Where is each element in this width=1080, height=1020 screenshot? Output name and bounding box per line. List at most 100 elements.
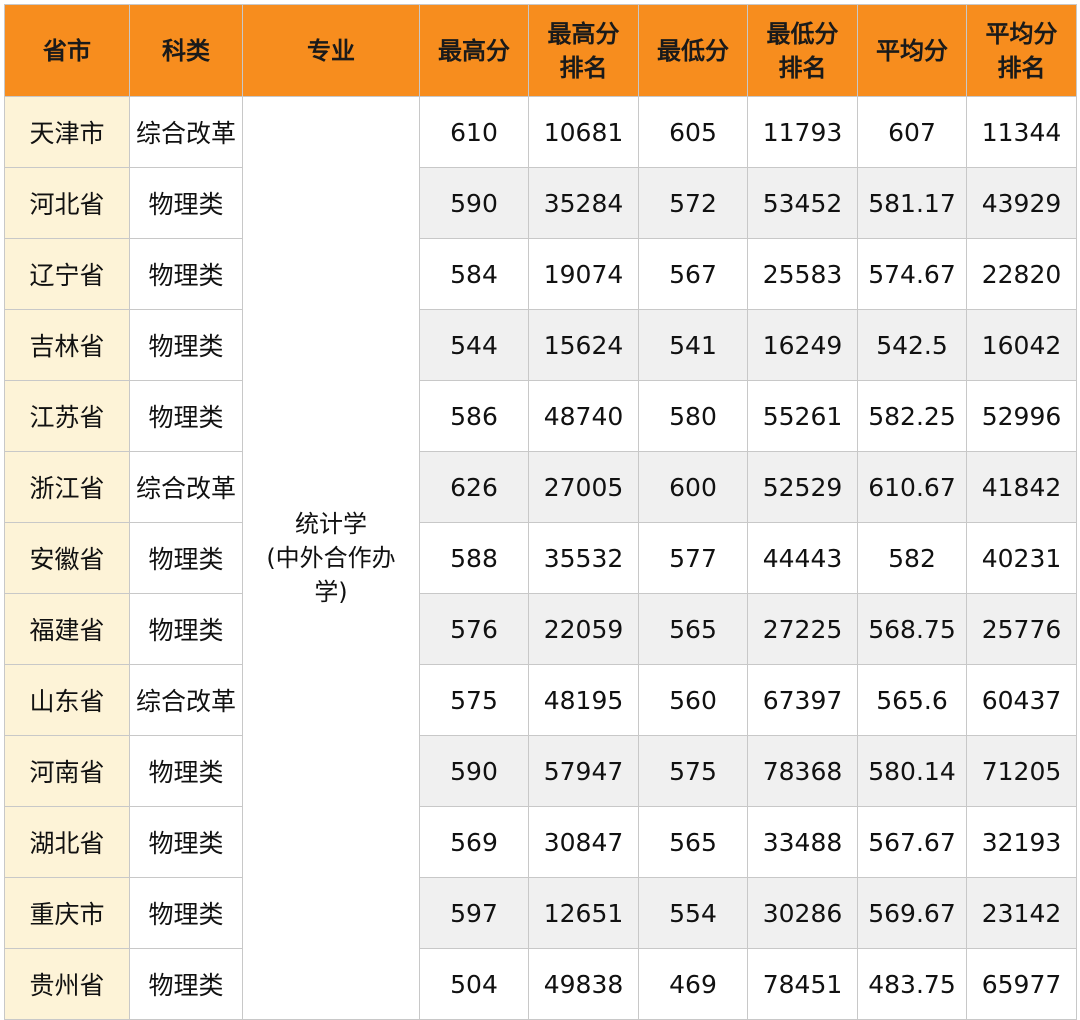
province-cell: 吉林省 <box>4 309 130 381</box>
min-score-cell: 560 <box>638 664 748 736</box>
min-rank-cell: 27225 <box>747 593 858 665</box>
avg-rank-cell: 52996 <box>966 380 1077 452</box>
province-cell: 安徽省 <box>4 522 130 594</box>
score-table-container: 省市 科类 专业 最高分 最高分 排名 最低分 最低分 排名 平均分 平均分 排… <box>4 4 1077 1020</box>
avg-score-cell: 568.75 <box>857 593 967 665</box>
province-cell: 贵州省 <box>4 948 130 1020</box>
subject-cell: 物理类 <box>129 948 243 1020</box>
subject-cell: 物理类 <box>129 167 243 239</box>
max-score-cell: 576 <box>419 593 529 665</box>
min-score-cell: 575 <box>638 735 748 807</box>
subject-cell: 物理类 <box>129 806 243 878</box>
avg-rank-cell: 71205 <box>966 735 1077 807</box>
header-subject: 科类 <box>129 4 243 97</box>
table-row: 天津市 综合改革 统计学 (中外合作办 学) 610 10681 605 11793 607 113… <box>4 96 1077 1020</box>
header-min-rank: 最低分 排名 <box>747 4 858 97</box>
header-avg-rank: 平均分 排名 <box>966 4 1077 97</box>
province-cell: 辽宁省 <box>4 238 130 310</box>
subject-cell: 综合改革 <box>129 96 243 168</box>
avg-rank-cell: 41842 <box>966 451 1077 523</box>
header-max-score: 最高分 <box>419 4 529 97</box>
subject-cell: 物理类 <box>129 593 243 665</box>
min-score-cell: 580 <box>638 380 748 452</box>
max-rank-cell: 19074 <box>528 238 639 310</box>
avg-rank-cell: 60437 <box>966 664 1077 736</box>
table-row: 河南省 物理类 590 57947 575 78368 580.14 71205 <box>4 735 1077 807</box>
avg-rank-cell: 23142 <box>966 877 1077 949</box>
avg-score-cell: 542.5 <box>857 309 967 381</box>
table-row: 贵州省 物理类 504 49838 469 78451 483.75 65977 <box>4 948 1077 1020</box>
admission-score-table: 省市 科类 专业 最高分 最高分 排名 最低分 最低分 排名 平均分 平均分 排… <box>4 4 1077 1020</box>
major-text-line: 学) <box>314 578 348 606</box>
table-row: 重庆市 物理类 597 12651 554 30286 569.67 23142 <box>4 877 1077 949</box>
subject-cell: 物理类 <box>129 380 243 452</box>
max-rank-cell: 15624 <box>528 309 639 381</box>
avg-rank-cell: 32193 <box>966 806 1077 878</box>
table-body: 天津市 综合改革 统计学 (中外合作办 学) 610 10681 605 11793 607 113… <box>4 96 1077 1020</box>
table-row: 湖北省 物理类 569 30847 565 33488 567.67 32193 <box>4 806 1077 878</box>
min-rank-cell: 25583 <box>747 238 858 310</box>
avg-score-cell: 483.75 <box>857 948 967 1020</box>
min-rank-cell: 44443 <box>747 522 858 594</box>
min-rank-cell: 30286 <box>747 877 858 949</box>
min-score-cell: 572 <box>638 167 748 239</box>
max-rank-cell: 48740 <box>528 380 639 452</box>
min-score-cell: 577 <box>638 522 748 594</box>
subject-cell: 物理类 <box>129 309 243 381</box>
table-row: 吉林省 物理类 544 15624 541 16249 542.5 16042 <box>4 309 1077 381</box>
min-score-cell: 469 <box>638 948 748 1020</box>
max-score-cell: 597 <box>419 877 529 949</box>
avg-rank-cell: 22820 <box>966 238 1077 310</box>
major-cell: 统计学 (中外合作办 学) <box>242 96 420 1020</box>
province-cell: 福建省 <box>4 593 130 665</box>
max-score-cell: 590 <box>419 735 529 807</box>
table-row: 山东省 综合改革 575 48195 560 67397 565.6 60437 <box>4 664 1077 736</box>
province-cell: 重庆市 <box>4 877 130 949</box>
min-score-cell: 541 <box>638 309 748 381</box>
min-rank-cell: 33488 <box>747 806 858 878</box>
max-score-cell: 584 <box>419 238 529 310</box>
max-rank-cell: 12651 <box>528 877 639 949</box>
avg-score-cell: 565.6 <box>857 664 967 736</box>
province-cell: 河北省 <box>4 167 130 239</box>
avg-score-cell: 582.25 <box>857 380 967 452</box>
max-rank-cell: 35532 <box>528 522 639 594</box>
table-row: 浙江省 综合改革 626 27005 600 52529 610.67 41842 <box>4 451 1077 523</box>
max-rank-cell: 10681 <box>528 96 639 168</box>
avg-rank-cell: 25776 <box>966 593 1077 665</box>
province-cell: 江苏省 <box>4 380 130 452</box>
min-score-cell: 554 <box>638 877 748 949</box>
header-province: 省市 <box>4 4 130 97</box>
province-cell: 浙江省 <box>4 451 130 523</box>
header-max-rank: 最高分 排名 <box>528 4 639 97</box>
max-rank-cell: 49838 <box>528 948 639 1020</box>
min-score-cell: 567 <box>638 238 748 310</box>
table-row: 安徽省 物理类 588 35532 577 44443 582 40231 <box>4 522 1077 594</box>
max-score-cell: 504 <box>419 948 529 1020</box>
table-row: 福建省 物理类 576 22059 565 27225 568.75 25776 <box>4 593 1077 665</box>
min-score-cell: 600 <box>638 451 748 523</box>
subject-cell: 综合改革 <box>129 451 243 523</box>
max-score-cell: 586 <box>419 380 529 452</box>
avg-score-cell: 567.67 <box>857 806 967 878</box>
avg-score-cell: 610.67 <box>857 451 967 523</box>
avg-score-cell: 607 <box>857 96 967 168</box>
header-avg-rank-line2: 排名 <box>997 53 1046 82</box>
max-rank-cell: 22059 <box>528 593 639 665</box>
avg-rank-cell: 40231 <box>966 522 1077 594</box>
header-avg-rank-line1: 平均分 <box>985 19 1058 48</box>
header-row: 省市 科类 专业 最高分 最高分 排名 最低分 最低分 排名 平均分 平均分 排… <box>4 4 1077 97</box>
header-min-rank-line1: 最低分 <box>766 19 839 48</box>
min-rank-cell: 16249 <box>747 309 858 381</box>
max-score-cell: 569 <box>419 806 529 878</box>
min-rank-cell: 67397 <box>747 664 858 736</box>
avg-score-cell: 581.17 <box>857 167 967 239</box>
max-score-cell: 610 <box>419 96 529 168</box>
min-rank-cell: 52529 <box>747 451 858 523</box>
table-row: 辽宁省 物理类 584 19074 567 25583 574.67 22820 <box>4 238 1077 310</box>
subject-cell: 综合改革 <box>129 664 243 736</box>
subject-cell: 物理类 <box>129 735 243 807</box>
province-cell: 湖北省 <box>4 806 130 878</box>
province-cell: 河南省 <box>4 735 130 807</box>
max-score-cell: 626 <box>419 451 529 523</box>
